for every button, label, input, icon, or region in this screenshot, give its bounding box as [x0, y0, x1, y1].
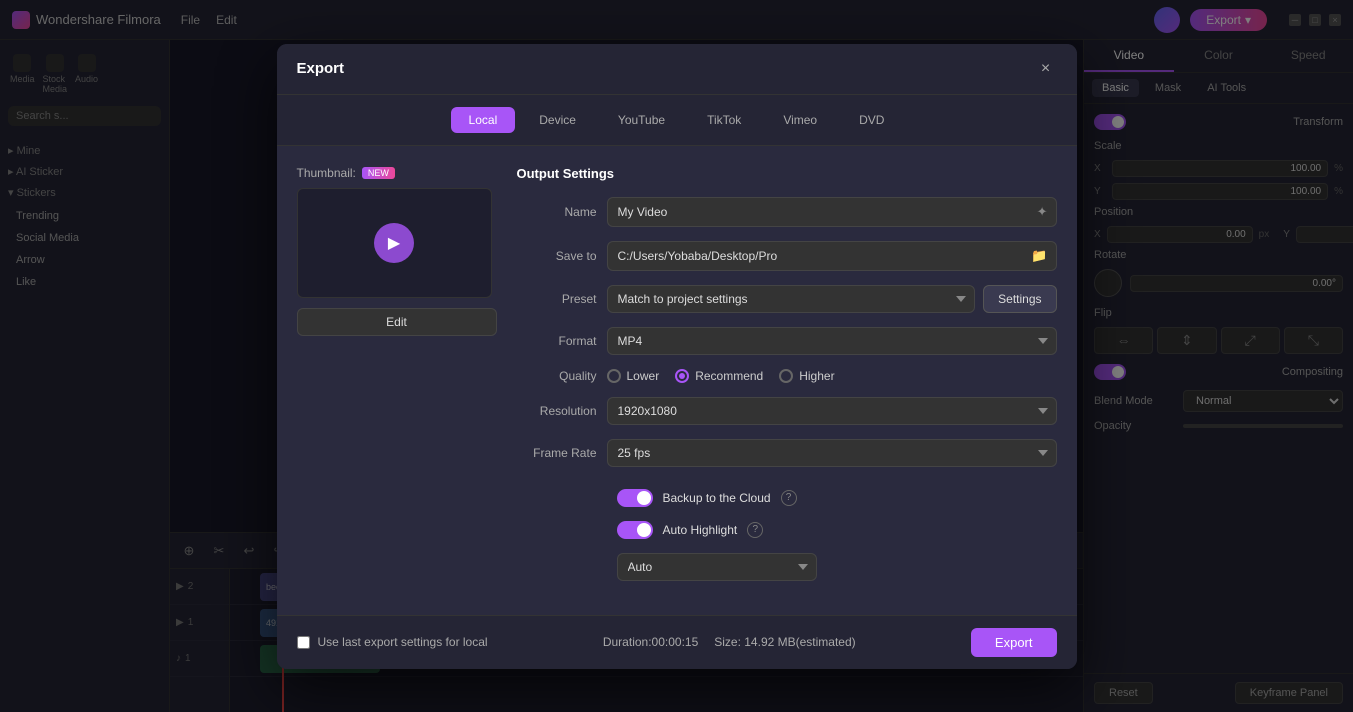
quality-recommend-radio[interactable]	[675, 369, 689, 383]
thumbnail-section: Thumbnail: NEW ▶ Edit	[297, 166, 497, 595]
thumbnail-box[interactable]: ▶	[297, 188, 492, 298]
format-row: Format MP4	[517, 327, 1057, 355]
frame-rate-label: Frame Rate	[517, 446, 597, 460]
quality-recommend[interactable]: Recommend	[675, 369, 763, 383]
thumbnail-play-icon: ▶	[374, 223, 414, 263]
backup-toggle[interactable]	[617, 489, 653, 507]
app-shell: Wondershare Filmora File Edit Export ▾ ─…	[0, 0, 1353, 712]
export-main-button[interactable]: Export	[971, 628, 1057, 657]
save-to-input[interactable]	[608, 243, 1024, 269]
preset-label: Preset	[517, 292, 597, 306]
backup-row: Backup to the Cloud ?	[517, 489, 1057, 507]
thumbnail-edit-button[interactable]: Edit	[297, 308, 497, 336]
preset-row: Preset Match to project settings Setting…	[517, 285, 1057, 313]
footer-info: Duration:00:00:15 Size: 14.92 MB(estimat…	[603, 635, 856, 649]
backup-help-icon[interactable]: ?	[781, 490, 797, 506]
quality-higher-radio[interactable]	[779, 369, 793, 383]
highlight-toggle[interactable]	[617, 521, 653, 539]
name-label: Name	[517, 205, 597, 219]
dialog-title: Export	[297, 60, 345, 77]
highlight-toggle-group: Auto Highlight ?	[617, 521, 1057, 539]
thumbnail-new-badge: NEW	[362, 167, 395, 179]
highlight-help-icon[interactable]: ?	[747, 522, 763, 538]
name-input-wrapper: ✦	[607, 197, 1057, 227]
resolution-select[interactable]: 1920x1080	[607, 397, 1057, 425]
highlight-row: Auto Highlight ?	[517, 521, 1057, 539]
dialog-tab-youtube[interactable]: YouTube	[600, 107, 683, 133]
save-to-row: Save to 📁	[517, 241, 1057, 271]
quality-label: Quality	[517, 369, 597, 383]
dialog-tab-local[interactable]: Local	[451, 107, 516, 133]
output-title: Output Settings	[517, 166, 1057, 181]
dialog-tab-device[interactable]: Device	[521, 107, 594, 133]
frame-rate-row: Frame Rate 25 fps	[517, 439, 1057, 467]
preset-select[interactable]: Match to project settings	[607, 285, 976, 313]
duration-info: Duration:00:00:15	[603, 635, 698, 649]
backup-toggle-group: Backup to the Cloud ?	[617, 489, 1057, 507]
dialog-tab-tiktok[interactable]: TikTok	[689, 107, 759, 133]
auto-select-row: Auto	[517, 553, 1057, 581]
ai-name-icon[interactable]: ✦	[1029, 198, 1056, 226]
dialog-header: Export ×	[277, 44, 1077, 95]
folder-icon[interactable]: 📁	[1023, 242, 1055, 270]
resolution-row: Resolution 1920x1080	[517, 397, 1057, 425]
dialog-tabs: Local Device YouTube TikTok Vimeo DVD	[277, 95, 1077, 146]
quality-lower[interactable]: Lower	[607, 369, 660, 383]
dialog-close-button[interactable]: ×	[1035, 58, 1057, 80]
last-export-checkbox[interactable]	[297, 636, 310, 649]
save-to-label: Save to	[517, 249, 597, 263]
save-to-input-wrapper: 📁	[607, 241, 1057, 271]
dialog-body: Thumbnail: NEW ▶ Edit Output Settings	[277, 146, 1077, 615]
quality-row: Quality Lower Recommend	[517, 369, 1057, 383]
name-input[interactable]	[608, 199, 1029, 225]
quality-radio-group: Lower Recommend Higher	[607, 369, 835, 383]
dialog-tab-dvd[interactable]: DVD	[841, 107, 902, 133]
thumbnail-label: Thumbnail: NEW	[297, 166, 497, 180]
format-label: Format	[517, 334, 597, 348]
settings-button[interactable]: Settings	[983, 285, 1056, 313]
resolution-label: Resolution	[517, 404, 597, 418]
auto-select[interactable]: Auto	[617, 553, 817, 581]
format-select[interactable]: MP4	[607, 327, 1057, 355]
dialog-footer: Use last export settings for local Durat…	[277, 615, 1077, 669]
preset-controls: Match to project settings Settings	[607, 285, 1057, 313]
output-settings: Output Settings Name ✦ Save to	[517, 166, 1057, 595]
backup-label: Backup to the Cloud	[663, 491, 771, 505]
frame-rate-select[interactable]: 25 fps	[607, 439, 1057, 467]
dialog-overlay: Export × Local Device YouTube TikTok Vim…	[0, 0, 1353, 712]
quality-lower-radio[interactable]	[607, 369, 621, 383]
dialog-tab-vimeo[interactable]: Vimeo	[765, 107, 835, 133]
export-dialog: Export × Local Device YouTube TikTok Vim…	[277, 44, 1077, 669]
last-export-checkbox-label[interactable]: Use last export settings for local	[297, 635, 488, 649]
name-row: Name ✦	[517, 197, 1057, 227]
highlight-label: Auto Highlight	[663, 523, 738, 537]
size-info: Size: 14.92 MB(estimated)	[714, 635, 855, 649]
quality-higher[interactable]: Higher	[779, 369, 834, 383]
